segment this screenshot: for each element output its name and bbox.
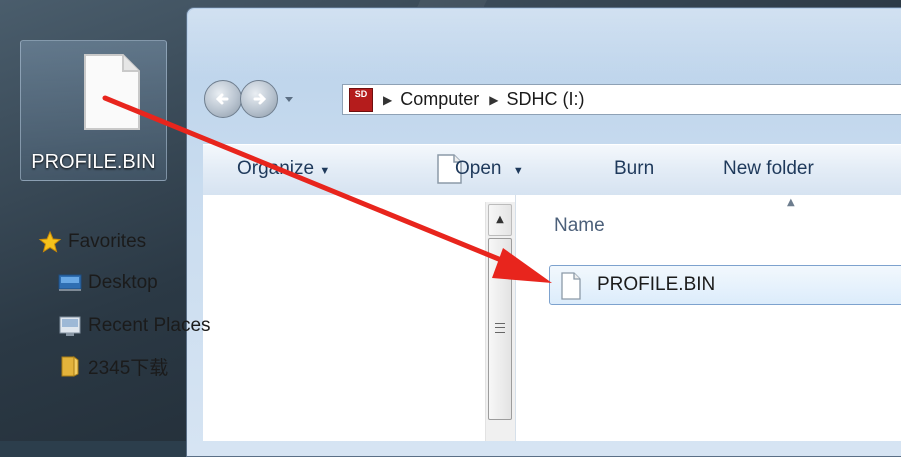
forward-button[interactable] xyxy=(240,80,278,118)
scroll-grip-icon xyxy=(495,323,505,333)
desktop-file-icon[interactable]: PROFILE.BIN xyxy=(20,40,167,181)
desktop-file-label: PROFILE.BIN xyxy=(31,151,156,173)
new-folder-button[interactable]: New folder xyxy=(723,158,814,180)
organize-menu-button[interactable]: Organize ▼ xyxy=(237,158,330,180)
nav-item-recent-places[interactable]: Recent Places xyxy=(58,311,211,341)
nav-item-desktop[interactable]: Desktop xyxy=(58,268,158,298)
scroll-up-button[interactable]: ▲ xyxy=(488,204,512,236)
navigation-pane xyxy=(203,195,516,441)
breadcrumb-separator-icon[interactable]: ▶ xyxy=(383,93,392,107)
recent-places-icon xyxy=(59,316,81,336)
column-header-name[interactable]: Name xyxy=(554,215,605,237)
sort-ascending-icon: ▲ xyxy=(787,197,795,208)
back-button[interactable] xyxy=(204,80,242,118)
star-icon xyxy=(38,230,62,253)
scroll-thumb[interactable] xyxy=(488,238,512,420)
dropdown-arrow-icon[interactable]: ▼ xyxy=(507,165,524,177)
desktop-icon xyxy=(58,274,82,291)
navigation-scrollbar[interactable]: ▲ xyxy=(485,202,515,441)
open-button[interactable]: Open ▼ xyxy=(455,158,524,180)
breadcrumb-separator-icon[interactable]: ▶ xyxy=(489,93,498,107)
command-bar: Organize ▼ Open ▼ Burn New folder xyxy=(203,144,901,196)
dropdown-arrow-icon: ▼ xyxy=(319,165,331,177)
file-row[interactable]: PROFILE.BIN xyxy=(549,265,901,305)
address-bar[interactable]: SD ▶ Computer ▶ SDHC (I:) xyxy=(342,84,901,115)
back-arrow-icon xyxy=(215,93,229,105)
breadcrumb-computer[interactable]: Computer xyxy=(400,89,479,110)
nav-item-2345-downloads[interactable]: 2345下载 xyxy=(58,351,168,381)
nav-item-favorites[interactable]: Favorites xyxy=(38,227,146,257)
window-title-area xyxy=(188,9,901,79)
file-name: PROFILE.BIN xyxy=(597,274,716,295)
recent-pages-dropdown-icon[interactable] xyxy=(284,96,294,104)
forward-arrow-icon xyxy=(253,93,267,105)
sd-card-drive-icon: SD xyxy=(349,87,373,112)
folder-icon xyxy=(61,356,79,377)
burn-button[interactable]: Burn xyxy=(614,158,654,180)
blank-document-icon xyxy=(84,54,140,130)
breadcrumb-sdhc[interactable]: SDHC (I:) xyxy=(507,89,585,110)
blank-document-icon xyxy=(561,272,581,300)
